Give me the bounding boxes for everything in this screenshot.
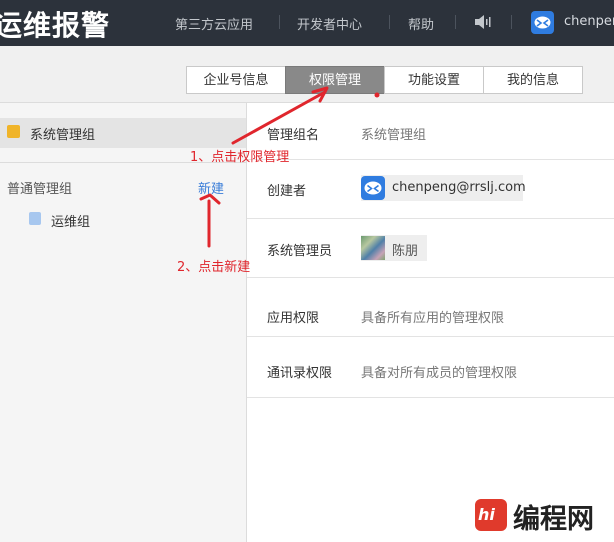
watermark-logo-icon: hi xyxy=(475,499,507,531)
annotation-step-2: 2、点击新建 xyxy=(177,260,251,275)
watermark: hi 编程网 xyxy=(475,497,605,537)
arrow-to-permission-tab xyxy=(231,90,327,145)
annotation-dot xyxy=(374,92,380,98)
watermark-text: 编程网 xyxy=(513,504,594,535)
annotation-arrows xyxy=(199,86,380,248)
annotation-step-1: 1、点击权限管理 xyxy=(190,150,290,165)
